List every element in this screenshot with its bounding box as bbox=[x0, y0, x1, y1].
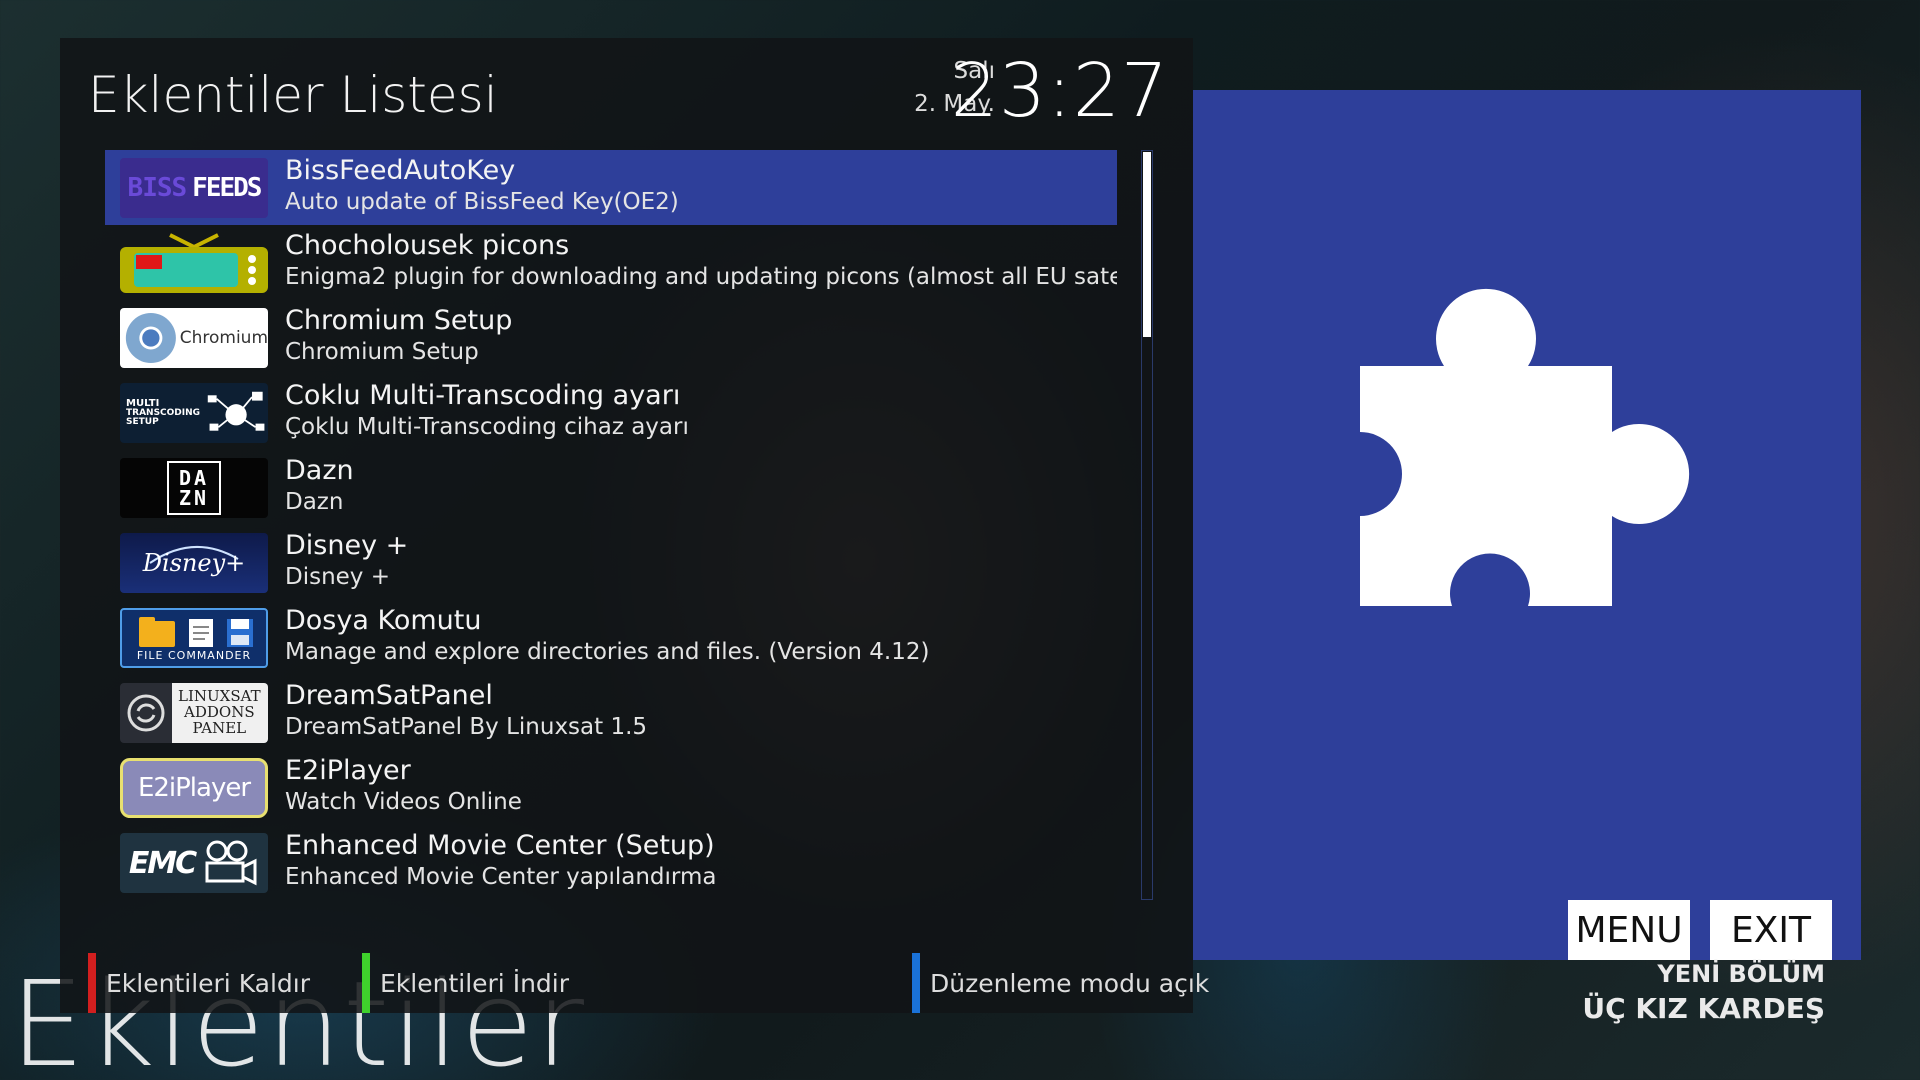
blue-key-hint[interactable]: Düzenleme modu açık bbox=[912, 953, 1209, 1013]
chromium-logo-icon: Chromium bbox=[120, 308, 268, 368]
plugin-title: Dazn bbox=[285, 455, 354, 486]
green-key-label: Eklentileri İndir bbox=[380, 968, 570, 998]
plugin-title: Chromium Setup bbox=[285, 305, 513, 336]
plugin-item-coklu-multi-transcoding[interactable]: MULTI TRANSCODING SETUP Coklu Multi-Tran… bbox=[105, 375, 1117, 450]
plugin-title: Disney + bbox=[285, 530, 409, 561]
clock-time: 23:27 bbox=[950, 48, 1169, 134]
promo-line-show-name: ÜÇ KIZ KARDEŞ bbox=[1582, 992, 1825, 1025]
plugin-description: Manage and explore directories and files… bbox=[285, 639, 930, 665]
e2iplayer-logo-icon: E2iPlayer bbox=[120, 758, 268, 818]
plugin-description: Enigma2 plugin for downloading and updat… bbox=[285, 264, 1117, 290]
tv-logo-icon bbox=[120, 233, 268, 293]
plugin-title: E2iPlayer bbox=[285, 755, 411, 786]
red-key-label: Eklentileri Kaldır bbox=[106, 968, 311, 998]
emc-logo-icon: EMC bbox=[120, 833, 268, 893]
plugin-item-chromium-setup[interactable]: Chromium Chromium Setup Chromium Setup bbox=[105, 300, 1117, 375]
plugin-title: Chocholousek picons bbox=[285, 230, 570, 261]
plugin-item-dosya-komutu[interactable]: FILE COMMANDER Dosya Komutu Manage and e… bbox=[105, 600, 1117, 675]
promo-line-new-episode: YENİ BÖLÜM bbox=[1657, 960, 1825, 988]
plugin-item-bissfeedautokey[interactable]: BISS FEEDS BissFeedAutoKey Auto update o… bbox=[105, 150, 1117, 225]
plugin-title: Dosya Komutu bbox=[285, 605, 482, 636]
file-commander-logo-icon: FILE COMMANDER bbox=[120, 608, 268, 668]
plugin-item-dazn[interactable]: DA ZN Dazn Dazn bbox=[105, 450, 1117, 525]
green-key-indicator bbox=[362, 953, 370, 1013]
red-key-hint[interactable]: Eklentileri Kaldır bbox=[88, 953, 310, 1013]
plugin-item-dreamsatpanel[interactable]: LINUXSAT ADDONS PANEL DreamSatPanel Drea… bbox=[105, 675, 1117, 750]
plugin-description: Enhanced Movie Center yapılandırma bbox=[285, 864, 717, 890]
disney-plus-logo-icon: Disney+ bbox=[120, 533, 268, 593]
plugin-description: Watch Videos Online bbox=[285, 789, 522, 815]
plugin-description: Çoklu Multi-Transcoding cihaz ayarı bbox=[285, 414, 689, 440]
puzzle-piece-icon bbox=[1360, 288, 1690, 606]
plugin-item-e2iplayer[interactable]: E2iPlayer E2iPlayer Watch Videos Online bbox=[105, 750, 1117, 825]
plugin-description: Chromium Setup bbox=[285, 339, 479, 365]
dazn-logo-icon: DA ZN bbox=[120, 458, 268, 518]
plugin-title: Coklu Multi-Transcoding ayarı bbox=[285, 380, 681, 411]
blue-key-indicator bbox=[912, 953, 920, 1013]
plugin-title: Enhanced Movie Center (Setup) bbox=[285, 830, 715, 861]
plugin-browser-panel: Eklentiler Listesi Salı 2. May. 23:27 BI… bbox=[60, 38, 1209, 1013]
exit-button[interactable]: EXIT bbox=[1710, 900, 1832, 960]
page-title: Eklentiler Listesi bbox=[88, 66, 498, 124]
plugin-description: DreamSatPanel By Linuxsat 1.5 bbox=[285, 714, 648, 740]
red-key-indicator bbox=[88, 953, 96, 1013]
linuxsat-panel-logo-icon: LINUXSAT ADDONS PANEL bbox=[120, 683, 268, 743]
plugin-item-chocholousek-picons[interactable]: Chocholousek picons Enigma2 plugin for d… bbox=[105, 225, 1117, 300]
plugin-title: DreamSatPanel bbox=[285, 680, 493, 711]
plugin-title: BissFeedAutoKey bbox=[285, 155, 516, 186]
plugin-description: Dazn bbox=[285, 489, 344, 515]
menu-button[interactable]: MENU bbox=[1568, 900, 1690, 960]
plugin-item-enhanced-movie-center[interactable]: EMC Enhanced Movie Center (Setup) Enhanc… bbox=[105, 825, 1117, 900]
plugin-preview-panel bbox=[1193, 90, 1861, 960]
plugin-item-disney-plus[interactable]: Disney+ Disney + Disney + bbox=[105, 525, 1117, 600]
green-key-hint[interactable]: Eklentileri İndir bbox=[362, 953, 569, 1013]
blue-key-label: Düzenleme modu açık bbox=[930, 968, 1210, 998]
plugin-description: Auto update of BissFeed Key(OE2) bbox=[285, 189, 679, 215]
plugin-list[interactable]: BISS FEEDS BissFeedAutoKey Auto update o… bbox=[105, 150, 1117, 900]
transcoding-logo-icon: MULTI TRANSCODING SETUP bbox=[120, 383, 268, 443]
list-scrollbar-thumb[interactable] bbox=[1143, 152, 1151, 337]
plugin-description: Disney + bbox=[285, 564, 391, 590]
bissfeeds-logo-icon: BISS FEEDS bbox=[120, 158, 268, 218]
